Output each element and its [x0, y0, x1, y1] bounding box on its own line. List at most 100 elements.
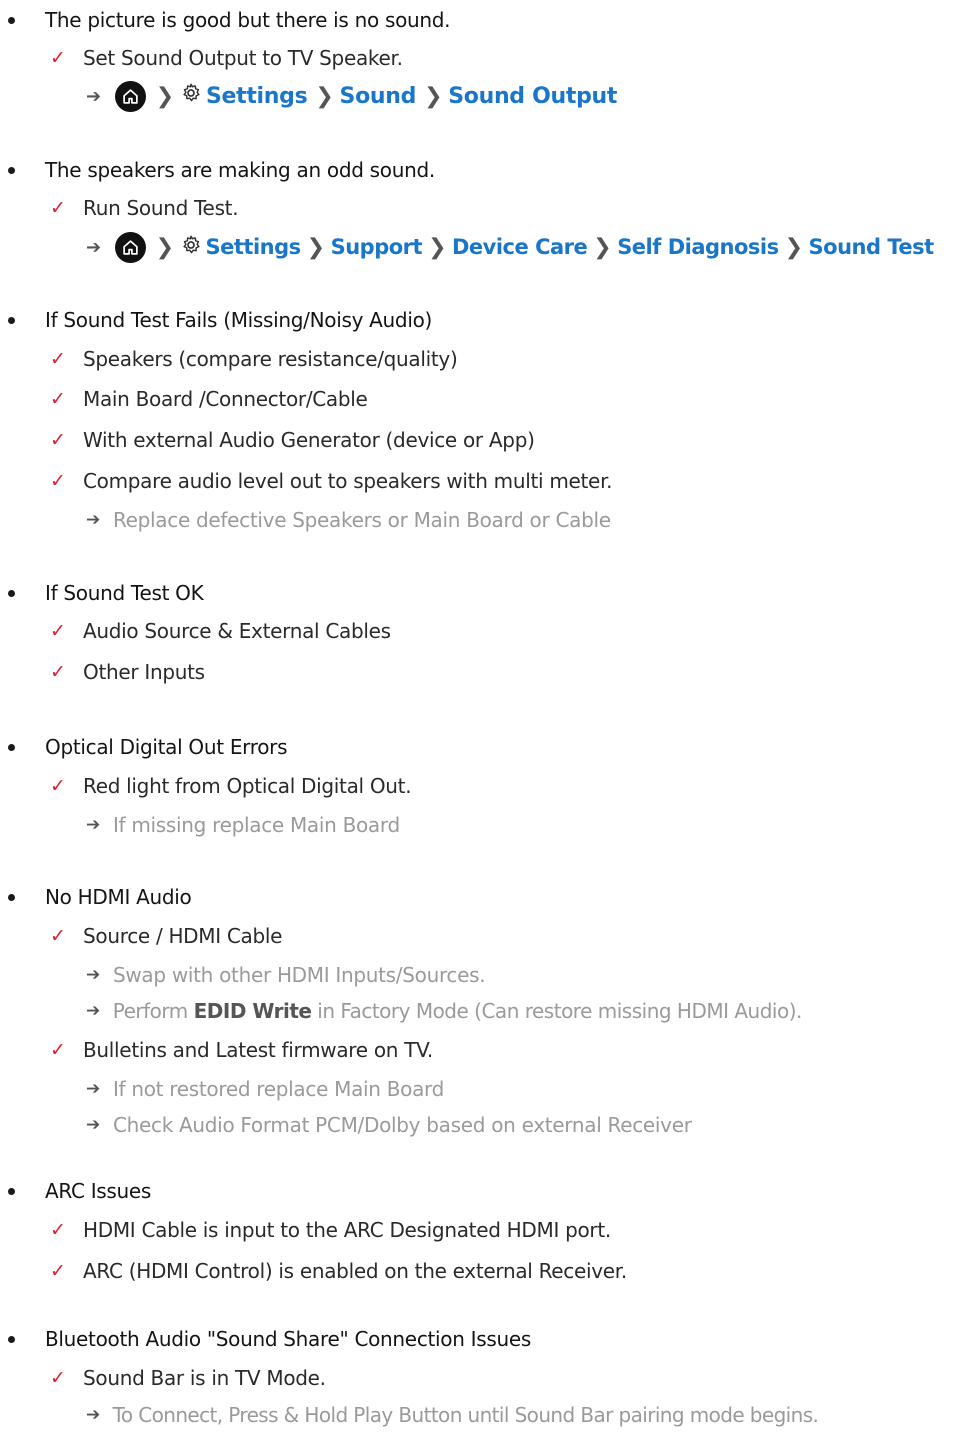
bullet-icon [8, 893, 15, 901]
arrow-right-icon: ➔ [86, 1115, 100, 1135]
checkmark-icon: ✓ [50, 47, 66, 69]
check-item: ✓ Source / HDMI Cable [50, 919, 282, 953]
bullet-heading: The picture is good but there is no soun… [8, 3, 451, 37]
checkmark-icon: ✓ [50, 1260, 66, 1282]
heading-text: If Sound Test Fails (Missing/Noisy Audio… [45, 308, 433, 332]
checkmark-icon: ✓ [50, 620, 66, 642]
path-link-sound-test[interactable]: Sound Test [809, 235, 935, 259]
check-item: ✓ With external Audio Generator (device … [50, 423, 535, 457]
path-link-sound-output[interactable]: Sound Output [448, 84, 617, 109]
heading-text: Optical Digital Out Errors [45, 735, 288, 759]
checkmark-icon: ✓ [50, 775, 66, 797]
check-text: Sound Bar is in TV Mode. [83, 1366, 326, 1390]
bullet-heading: If Sound Test Fails (Missing/Noisy Audio… [8, 303, 432, 337]
bullet-icon [8, 1335, 15, 1343]
check-text: With external Audio Generator (device or… [83, 428, 535, 452]
check-text: Main Board /Connector/Cable [83, 387, 368, 411]
bullet-heading: Bluetooth Audio "Sound Share" Connection… [8, 1322, 531, 1356]
bullet-heading: No HDMI Audio [8, 880, 192, 914]
note-text: If missing replace Main Board [112, 813, 400, 837]
note-text: To Connect, Press & Hold Play Button unt… [112, 1403, 819, 1427]
checkmark-icon: ✓ [50, 348, 66, 370]
check-text: Bulletins and Latest firmware on TV. [83, 1038, 433, 1062]
heading-text: No HDMI Audio [45, 885, 192, 909]
menu-path: ➔ ❯ Settings ❯ Support ❯ Device Care ❯ S… [86, 230, 934, 264]
check-text: Speakers (compare resistance/quality) [83, 347, 458, 371]
check-item: ✓ Other Inputs [50, 655, 205, 689]
heading-text: The speakers are making an odd sound. [45, 158, 435, 182]
note-item: ➔ If not restored replace Main Board [86, 1072, 444, 1106]
path-link-sound[interactable]: Sound [340, 84, 417, 109]
check-text: Run Sound Test. [83, 196, 239, 220]
chevron-right-icon: ❯ [155, 83, 174, 109]
menu-path: ➔ ❯ Settings ❯ Sound ❯ Sound Output [86, 79, 617, 113]
note-item: ➔ To Connect, Press & Hold Play Button u… [86, 1398, 819, 1432]
arrow-right-icon: ➔ [86, 85, 101, 107]
path-link-self-diagnosis[interactable]: Self Diagnosis [617, 235, 779, 259]
heading-text: If Sound Test OK [45, 581, 204, 605]
check-item: ✓ Sound Bar is in TV Mode. [50, 1361, 326, 1395]
path-link-settings[interactable]: Settings [206, 235, 302, 259]
check-item: ✓ Set Sound Output to TV Speaker. [50, 41, 403, 75]
check-text: Set Sound Output to TV Speaker. [83, 46, 403, 70]
check-text: Source / HDMI Cable [83, 924, 283, 948]
note-item: ➔ If missing replace Main Board [86, 808, 400, 842]
home-icon [114, 231, 146, 263]
check-item: ✓ Audio Source & External Cables [50, 614, 391, 648]
check-item: ✓ HDMI Cable is input to the ARC Designa… [50, 1213, 611, 1247]
chevron-right-icon: ❯ [428, 234, 446, 260]
home-icon [114, 80, 146, 112]
checkmark-icon: ✓ [50, 1219, 66, 1241]
chevron-right-icon: ❯ [155, 234, 174, 260]
bullet-icon [8, 316, 15, 324]
bullet-heading: ARC Issues [8, 1174, 151, 1208]
troubleshooting-document: The picture is good but there is no soun… [0, 0, 966, 1429]
path-link-device-care[interactable]: Device Care [452, 235, 588, 259]
checkmark-icon: ✓ [50, 470, 66, 492]
chevron-right-icon: ❯ [306, 234, 325, 260]
check-item: ✓ Red light from Optical Digital Out. [50, 769, 412, 803]
arrow-right-icon: ➔ [86, 1079, 100, 1099]
chevron-right-icon: ❯ [593, 234, 612, 260]
bullet-icon [8, 16, 15, 24]
path-link-settings[interactable]: Settings [206, 84, 308, 109]
note-item: ➔ Swap with other HDMI Inputs/Sources. [86, 958, 486, 992]
note-item: ➔ Perform EDID Write in Factory Mode (Ca… [86, 994, 802, 1028]
checkmark-icon: ✓ [50, 388, 66, 410]
note-text: Perform [112, 999, 194, 1023]
arrow-right-icon: ➔ [86, 1001, 100, 1021]
checkmark-icon: ✓ [50, 1367, 66, 1389]
chevron-right-icon: ❯ [424, 83, 443, 109]
note-item: ➔ Replace defective Speakers or Main Boa… [86, 503, 611, 537]
heading-text: The picture is good but there is no soun… [45, 8, 451, 32]
arrow-right-icon: ➔ [86, 236, 101, 258]
check-text: Other Inputs [83, 660, 205, 684]
check-text: Compare audio level out to speakers with… [83, 469, 613, 493]
bullet-heading: Optical Digital Out Errors [8, 730, 288, 764]
check-item: ✓ Run Sound Test. [50, 191, 239, 225]
checkmark-icon: ✓ [50, 429, 66, 451]
note-text: Swap with other HDMI Inputs/Sources. [112, 963, 486, 987]
heading-text: ARC Issues [45, 1179, 152, 1203]
check-text: HDMI Cable is input to the ARC Designate… [83, 1218, 611, 1242]
checkmark-icon: ✓ [50, 925, 66, 947]
heading-text: Bluetooth Audio "Sound Share" Connection… [45, 1327, 532, 1351]
bullet-icon [8, 743, 15, 751]
chevron-right-icon: ❯ [784, 234, 803, 260]
checkmark-icon: ✓ [50, 197, 66, 219]
bullet-heading: If Sound Test OK [8, 576, 204, 610]
note-text: If not restored replace Main Board [112, 1077, 445, 1101]
bullet-icon [8, 1187, 15, 1195]
path-link-support[interactable]: Support [331, 235, 423, 259]
check-item: ✓ Speakers (compare resistance/quality) [50, 342, 458, 376]
check-item: ✓ Compare audio level out to speakers wi… [50, 464, 613, 498]
chevron-right-icon: ❯ [315, 83, 334, 109]
check-text: Red light from Optical Digital Out. [83, 774, 412, 798]
arrow-right-icon: ➔ [86, 510, 100, 530]
check-item: ✓ Main Board /Connector/Cable [50, 382, 368, 416]
checkmark-icon: ✓ [50, 1039, 66, 1061]
check-text: ARC (HDMI Control) is enabled on the ext… [83, 1259, 627, 1283]
check-text: Audio Source & External Cables [83, 619, 391, 643]
checkmark-icon: ✓ [50, 661, 66, 683]
arrow-right-icon: ➔ [86, 965, 100, 985]
